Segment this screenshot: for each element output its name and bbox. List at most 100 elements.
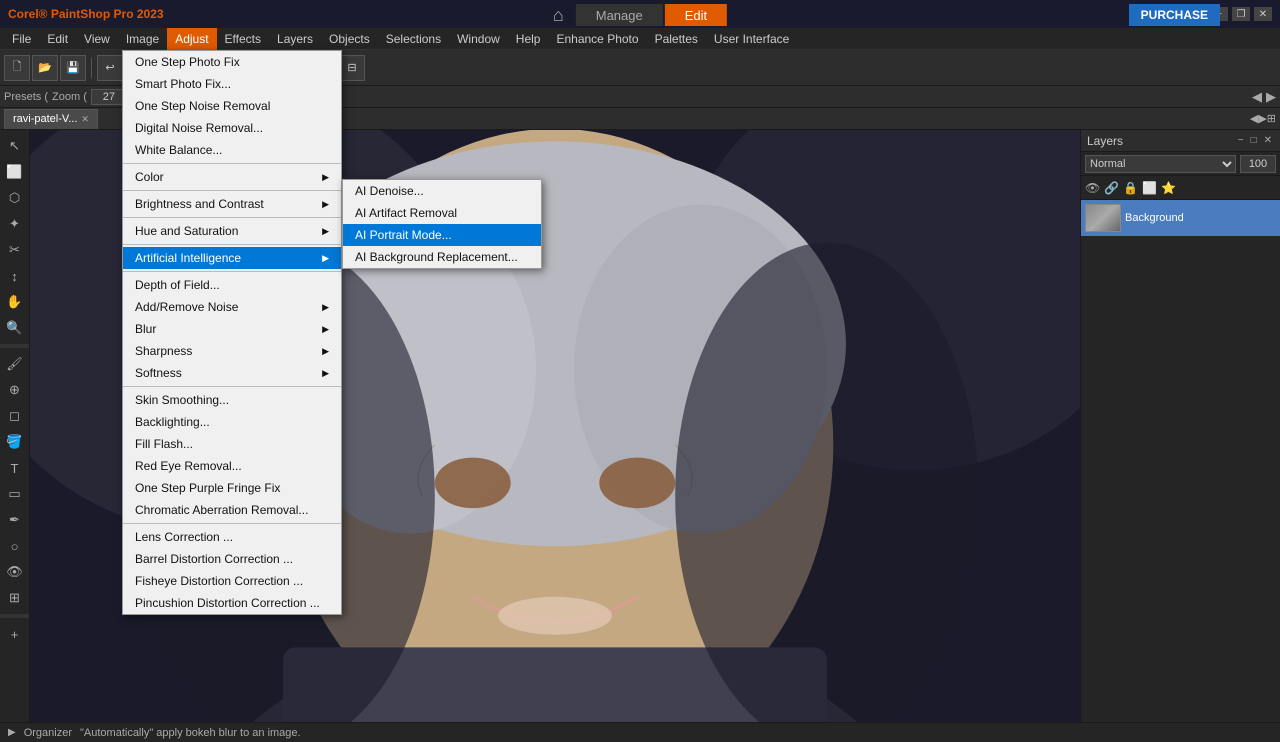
adjust-digital-noise[interactable]: Digital Noise Removal...	[123, 117, 341, 139]
organizer-button[interactable]: Organizer	[24, 727, 72, 739]
ai-background-replacement[interactable]: AI Background Replacement...	[343, 246, 541, 268]
menu-layers[interactable]: Layers	[269, 28, 321, 50]
adjust-color[interactable]: Color	[123, 166, 341, 188]
straighten-tool[interactable]: ↕	[3, 264, 27, 288]
magic-wand-tool[interactable]: ✦	[3, 212, 27, 236]
layer-item[interactable]: Background	[1081, 200, 1280, 236]
menu-palettes[interactable]: Palettes	[647, 28, 706, 50]
edit-tab[interactable]: Edit	[665, 4, 727, 26]
close-button[interactable]: ✕	[1254, 7, 1272, 21]
layer-link-icon[interactable]: 🔒	[1123, 181, 1138, 195]
layers-controls: − □ ✕	[1236, 135, 1274, 146]
actual-size-btn[interactable]: ⊟	[339, 55, 365, 81]
canvas-tab-close-icon[interactable]: ✕	[81, 114, 89, 125]
open-button[interactable]: 📂	[32, 55, 58, 81]
opacity-input[interactable]: 100	[1240, 155, 1276, 173]
menu-selections[interactable]: Selections	[378, 28, 449, 50]
tab-nav-right[interactable]: ▶	[1258, 112, 1266, 125]
adjust-red-eye[interactable]: Red Eye Removal...	[123, 455, 341, 477]
menu-adjust[interactable]: Adjust	[167, 28, 216, 50]
adjust-artificial-intelligence[interactable]: Artificial Intelligence	[123, 247, 341, 269]
add-layer-tool[interactable]: +	[3, 622, 27, 646]
adjust-barrel-distortion[interactable]: Barrel Distortion Correction ...	[123, 548, 341, 570]
freehand-tool[interactable]: ⬡	[3, 186, 27, 210]
adjust-pincushion-distortion[interactable]: Pincushion Distortion Correction ...	[123, 592, 341, 614]
zoom-tool[interactable]: 🔍	[3, 316, 27, 340]
clone-tool[interactable]: ⊕	[3, 378, 27, 402]
layer-mask-icon[interactable]: ⬜	[1142, 181, 1157, 195]
ai-portrait-mode[interactable]: AI Portrait Mode...	[343, 224, 541, 246]
adjust-fisheye-distortion[interactable]: Fisheye Distortion Correction ...	[123, 570, 341, 592]
home-icon[interactable]: ⌂	[553, 5, 564, 26]
text-tool[interactable]: T	[3, 456, 27, 480]
save-button[interactable]: 💾	[60, 55, 86, 81]
pan-tool[interactable]: ✋	[3, 290, 27, 314]
menu-window[interactable]: Window	[449, 28, 508, 50]
menu-image[interactable]: Image	[118, 28, 167, 50]
layer-effect-icon[interactable]: ⭐	[1161, 181, 1176, 195]
tab-expand[interactable]: ⊞	[1267, 112, 1276, 125]
paint-tool[interactable]: 🖌	[3, 352, 27, 376]
adjust-add-remove-noise[interactable]: Add/Remove Noise	[123, 296, 341, 318]
adjust-sep4	[123, 244, 341, 245]
adjust-depth-of-field[interactable]: Depth of Field...	[123, 274, 341, 296]
adjust-fill-flash[interactable]: Fill Flash...	[123, 433, 341, 455]
layers-maximize[interactable]: □	[1249, 135, 1259, 146]
ai-submenu: AI Denoise... AI Artifact Removal AI Por…	[342, 179, 542, 269]
restore-button[interactable]: ❐	[1232, 7, 1250, 21]
menu-edit[interactable]: Edit	[39, 28, 76, 50]
ai-denoise[interactable]: AI Denoise...	[343, 180, 541, 202]
layer-visibility-icon[interactable]: 👁	[1085, 181, 1100, 195]
adjust-brightness-contrast[interactable]: Brightness and Contrast	[123, 193, 341, 215]
menu-objects[interactable]: Objects	[321, 28, 378, 50]
eraser-tool[interactable]: ◻	[3, 404, 27, 428]
adjust-smart-photo-fix[interactable]: Smart Photo Fix...	[123, 73, 341, 95]
adjust-blur[interactable]: Blur	[123, 318, 341, 340]
adjust-lens-correction[interactable]: Lens Correction ...	[123, 526, 341, 548]
adjust-chromatic-aberration[interactable]: Chromatic Aberration Removal...	[123, 499, 341, 521]
adjust-one-step-noise[interactable]: One Step Noise Removal	[123, 95, 341, 117]
layers-close[interactable]: ✕	[1262, 135, 1274, 146]
toolbox: ↖ ⬜ ⬡ ✦ ✂ ↕ ✋ 🔍 🖌 ⊕ ◻ 🪣 T ▭ ✒ ○ 👁 ⊞ +	[0, 130, 30, 722]
adjust-sep7	[123, 523, 341, 524]
dodge-tool[interactable]: ○	[3, 534, 27, 558]
adjust-purple-fringe[interactable]: One Step Purple Fringe Fix	[123, 477, 341, 499]
nav-right-btn[interactable]: ▶	[1266, 89, 1276, 105]
adjust-sep6	[123, 386, 341, 387]
adjust-one-step-photo-fix[interactable]: One Step Photo Fix	[123, 51, 341, 73]
shape-tool[interactable]: ▭	[3, 482, 27, 506]
fill-tool[interactable]: 🪣	[3, 430, 27, 454]
adjust-white-balance[interactable]: White Balance...	[123, 139, 341, 161]
adjust-sharpness[interactable]: Sharpness	[123, 340, 341, 362]
tab-nav-left[interactable]: ◀	[1250, 112, 1258, 125]
adjust-hue-saturation[interactable]: Hue and Saturation	[123, 220, 341, 242]
red-eye-tool[interactable]: 👁	[3, 560, 27, 584]
tool-sep2	[0, 614, 29, 618]
nav-left-btn[interactable]: ◀	[1252, 89, 1262, 105]
menu-help[interactable]: Help	[508, 28, 549, 50]
new-button[interactable]: 🗋	[4, 55, 30, 81]
titlebar: Corel® PaintShop Pro 2023 ⌂ Manage Edit …	[0, 0, 1280, 28]
menu-view[interactable]: View	[76, 28, 118, 50]
select-tool[interactable]: ↖	[3, 134, 27, 158]
adjust-skin-smoothing[interactable]: Skin Smoothing...	[123, 389, 341, 411]
adjust-backlighting[interactable]: Backlighting...	[123, 411, 341, 433]
blend-mode-select[interactable]: Normal	[1085, 155, 1236, 173]
purchase-button[interactable]: PURCHASE	[1129, 4, 1220, 26]
menu-user-interface[interactable]: User Interface	[706, 28, 797, 50]
menu-enhance-photo[interactable]: Enhance Photo	[548, 28, 646, 50]
undo-button[interactable]: ↩	[97, 55, 123, 81]
menu-effects[interactable]: Effects	[217, 28, 269, 50]
layers-minimize[interactable]: −	[1236, 135, 1246, 146]
right-panel: Layers − □ ✕ Normal 100 👁 🔗 🔒 ⬜ ⭐ Backgr…	[1080, 130, 1280, 722]
adjust-softness[interactable]: Softness	[123, 362, 341, 384]
canvas-tab[interactable]: ravi-patel-V... ✕	[4, 109, 98, 129]
ai-artifact-removal[interactable]: AI Artifact Removal	[343, 202, 541, 224]
selection-tool[interactable]: ⬜	[3, 160, 27, 184]
pen-tool[interactable]: ✒	[3, 508, 27, 532]
layer-lock-icon[interactable]: 🔗	[1104, 181, 1119, 195]
crop-tool[interactable]: ✂	[3, 238, 27, 262]
heal-tool[interactable]: ⊞	[3, 586, 27, 610]
manage-tab[interactable]: Manage	[576, 4, 663, 26]
menu-file[interactable]: File	[4, 28, 39, 50]
